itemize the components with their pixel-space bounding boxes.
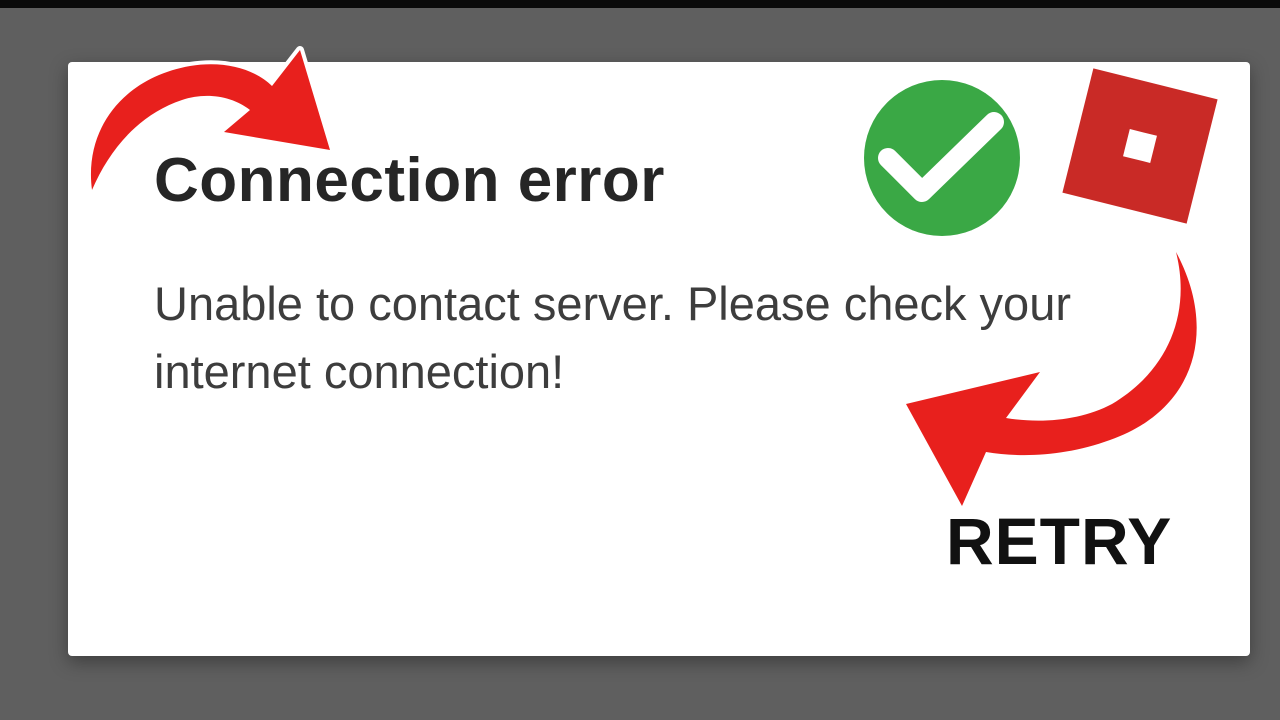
retry-button[interactable]: RETRY [946,508,1172,574]
connection-error-dialog: Connection error Unable to contact serve… [68,62,1250,656]
top-edge-bar [0,0,1280,8]
dialog-message: Unable to contact server. Please check y… [154,277,1071,398]
dialog-title: Connection error [154,146,665,215]
